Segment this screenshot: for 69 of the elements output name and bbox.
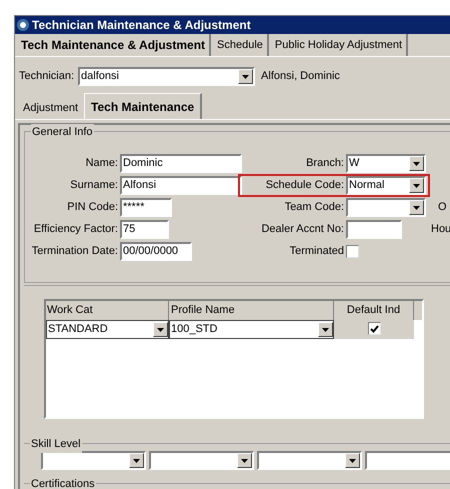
dropdown[interactable]: Normal: [346, 176, 426, 195]
caret-icon: [157, 328, 164, 332]
field-label: O: [438, 200, 447, 216]
dropdown[interactable]: [346, 198, 426, 217]
caret-icon: [413, 184, 420, 188]
field-label: Termination Date:: [30, 244, 118, 260]
checkbox[interactable]: [346, 245, 359, 258]
dropdown-button[interactable]: [409, 178, 424, 193]
dropdown[interactable]: 100_STD: [169, 320, 334, 339]
dropdown-button[interactable]: [153, 322, 168, 337]
dropdown-value: 100_STD: [171, 322, 218, 338]
input-field[interactable]: Alfonsi: [120, 176, 242, 195]
dropdown-button[interactable]: [129, 453, 144, 468]
tab[interactable]: Tech Maintenance: [84, 93, 202, 119]
field-label: PIN Code:: [66, 200, 118, 216]
field-label: Team Code:: [284, 200, 344, 216]
field-label: Efficiency Factor:: [32, 222, 118, 238]
caret-icon: [413, 162, 420, 166]
caret-icon: [413, 206, 420, 210]
field-label: Schedule Code:: [264, 178, 344, 194]
dropdown[interactable]: [41, 451, 146, 470]
column-header: Work Cat: [46, 301, 169, 320]
dropdown-value: STANDARD: [48, 322, 108, 338]
caret-icon: [349, 458, 356, 462]
field-label: Surname:: [69, 178, 118, 194]
column-header: Profile Name: [169, 301, 334, 320]
checkmark-icon: [370, 324, 378, 332]
caret-icon: [242, 74, 250, 78]
field-label: Name:: [84, 156, 118, 172]
input-field[interactable]: 75: [120, 220, 169, 239]
input-field[interactable]: 00/00/0000: [120, 242, 192, 261]
app-icon: [17, 19, 29, 31]
field-label: Branch:: [305, 156, 344, 172]
group-title: Certifications: [30, 476, 96, 489]
checkbox[interactable]: [368, 322, 380, 335]
dropdown[interactable]: STANDARD: [46, 320, 169, 339]
field-value: 00/00/0000: [123, 246, 178, 257]
dropdown-value: Normal: [349, 178, 384, 194]
dropdown[interactable]: W: [346, 154, 426, 173]
dropdown[interactable]: [257, 451, 362, 470]
dropdown-value: W: [349, 156, 360, 172]
dropdown-button[interactable]: [409, 156, 424, 171]
dropdown-button[interactable]: [345, 453, 360, 468]
dropdown-button[interactable]: [318, 322, 333, 337]
field-value: 75: [123, 224, 136, 235]
input-field[interactable]: Dominic: [120, 154, 242, 173]
field-label: Dealer Accnt No:: [260, 222, 344, 238]
field-label: Terminated: [288, 244, 344, 260]
field-value: Alfonsi: [123, 180, 156, 191]
field-value: Dominic: [123, 158, 163, 169]
tab[interactable]: Adjustment: [17, 97, 84, 119]
dropdown-value: dalfonsi: [81, 69, 119, 84]
technician-name: Alfonsi, Dominic: [261, 69, 340, 84]
window-title: Technician Maintenance & Adjustment: [32, 17, 251, 34]
input-field[interactable]: *****: [120, 198, 172, 217]
input-field[interactable]: [346, 220, 402, 239]
field-label: Technician:: [19, 69, 74, 84]
dropdown[interactable]: [149, 451, 254, 470]
caret-icon: [322, 328, 329, 332]
group-title: Skill Level: [30, 436, 82, 452]
tab[interactable]: Public Holiday Adjustment: [270, 34, 408, 56]
dropdown-button[interactable]: [238, 69, 254, 84]
caret-icon: [133, 458, 140, 462]
dropdown-button[interactable]: [409, 200, 424, 215]
tab[interactable]: Schedule: [213, 34, 269, 56]
field-value: *****: [123, 202, 144, 213]
dropdown-button[interactable]: [237, 453, 252, 468]
caret-icon: [241, 458, 248, 462]
technician-dropdown[interactable]: dalfonsi: [78, 67, 256, 86]
